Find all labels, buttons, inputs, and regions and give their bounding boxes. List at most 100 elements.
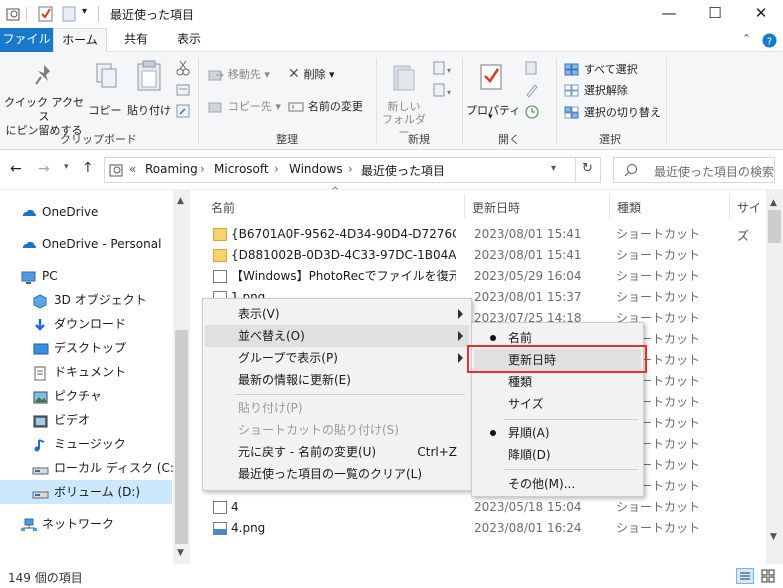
context-menu-item-8[interactable]: 最近使った項目の一覧のクリア(L) [205,463,469,485]
details-view-icon[interactable] [736,568,754,584]
cell-date: 2023/08/01 15:37 [474,290,582,304]
breadcrumb-recent[interactable]: 最近使った項目 [361,162,445,179]
checkmark-icon[interactable] [38,5,54,22]
context-menu-item-2[interactable]: 並べ替え(O) [205,325,469,347]
menu-item-label: その他(M)... [508,477,576,491]
context-menu-item-5[interactable]: 貼り付け(P) [205,397,469,419]
column-type[interactable]: 種類 [617,194,641,222]
video-icon [33,415,48,427]
sidebar-item-2[interactable]: OneDrive - Personal [0,232,172,256]
table-row[interactable]: 【Windows】PhotoRecでファイルを復元する... 2023/05/29… [191,266,766,287]
sidebar-item-13[interactable]: ネットワーク [0,512,172,536]
sidebar-item-4[interactable]: 3D オブジェクト [0,288,172,312]
breadcrumb-roaming[interactable]: Roaming [145,162,198,176]
pin-quick-access-button[interactable]: クイック アクセス にピン留めする [4,58,84,137]
maximize-button[interactable]: ☐ [692,0,738,28]
menu-item-label: 降順(D) [508,448,551,462]
table-row[interactable]: 4.png 2023/08/01 16:24 ショートカット [191,518,766,539]
large-icons-view-icon[interactable] [760,568,776,584]
address-dropdown-icon[interactable]: ▾ [551,163,556,174]
minimize-button[interactable]: — [646,0,692,28]
delete-label: 削除 [303,68,326,81]
rename-button[interactable]: 名前の変更 [288,98,363,114]
document-icon [34,366,46,380]
file-list-scrollbar[interactable]: ▲ ▼ [766,190,783,564]
back-icon[interactable]: ← [10,161,22,177]
new-folder-button[interactable]: 新しい フォルダー [380,58,428,139]
delete-button[interactable]: ✕ 削除 ▾ [288,66,335,82]
sidebar-item-10[interactable]: ミュージック [0,432,172,456]
sidebar-item-7[interactable]: ドキュメント [0,360,172,384]
sidebar-item-12[interactable]: ボリューム (D:) [0,480,172,504]
sidebar-item-9[interactable]: ビデオ [0,408,172,432]
context-menu: 表示(V) 並べ替え(O) グループで表示(P) 最新の情報に更新(E) 貼り付け(P)… [202,298,472,491]
cell-name: 4.png [231,521,266,535]
sidebar-item-5[interactable]: ダウンロード [0,312,172,336]
menu-item-label: グループで表示(P) [238,351,338,365]
properties-button[interactable]: プロパティ ▾ [466,58,520,128]
column-name[interactable]: 名前 [211,194,235,222]
context-menu-item-4[interactable]: 最新の情報に更新(E) [205,369,469,391]
sort-option-6[interactable]: 降順(D) [474,444,641,466]
cell-type: ショートカット [616,521,701,535]
up-icon[interactable]: ↑ [82,160,94,176]
tab-view[interactable]: 表示 [167,28,211,52]
close-button[interactable]: ✕ [738,0,783,28]
sort-option-3[interactable]: 種類 [474,371,641,393]
sidebar-item-3[interactable]: PC [0,264,172,288]
quick-access-dropdown-icon[interactable]: ▾ [82,6,87,17]
paste-shortcut-icon[interactable] [176,104,190,118]
table-row[interactable]: 4 2023/05/18 15:04 ショートカット [191,497,766,518]
copy-path-icon[interactable] [176,83,190,97]
properties-icon[interactable] [6,6,22,22]
context-menu-item-3[interactable]: グループで表示(P) [205,347,469,369]
menu-item-label: 種類 [508,375,533,389]
sidebar-item-1[interactable]: OneDrive [0,200,172,224]
context-menu-item-7[interactable]: 元に戻す - 名前の変更(U) Ctrl+Z [205,441,469,463]
context-menu-item-1[interactable]: 表示(V) [205,303,469,325]
table-row[interactable]: {B6701A0F-9562-4D34-90D4-D7276C1553... 20… [191,224,766,245]
sort-option-7[interactable]: その他(M)... [474,473,641,495]
new-item-icon[interactable]: ▾ [432,60,452,76]
copy-to-button[interactable]: コピー先 ▾ [208,98,281,114]
svg-text:▾: ▾ [447,88,451,97]
new-file-icon[interactable] [62,6,76,22]
sidebar-item-6[interactable]: デスクトップ [0,336,172,360]
select-none-button[interactable]: 選択解除 [564,82,628,98]
history-icon[interactable] [524,104,540,120]
context-menu-item-6[interactable]: ショートカットの貼り付け(S) [205,419,469,441]
forward-icon[interactable]: → [38,161,50,177]
sidebar-item-8[interactable]: ピクチャ [0,384,172,408]
rename-icon [288,102,304,111]
easy-access-icon[interactable]: ▾ [432,82,452,98]
ribbon-collapse-icon[interactable]: ⌃ [742,32,751,45]
select-all-button[interactable]: すべて選択 [564,61,638,77]
recent-locations-icon[interactable]: ▾ [64,162,69,172]
table-row[interactable]: {D881002B-0D3D-4C33-97DC-1B04A7A72... 202… [191,245,766,266]
invert-selection-button[interactable]: 選択の切り替え [564,104,661,120]
open-icon[interactable] [524,60,540,76]
search-box[interactable]: 最近使った項目の検索 [613,157,775,183]
cut-icon[interactable] [176,60,190,76]
address-bar[interactable]: « Roaming › Microsoft › Windows › 最近使った項… [104,157,601,183]
title-bar: ▾ 最近使った項目 — ☐ ✕ [0,0,783,28]
edit-icon[interactable] [524,82,540,98]
sidebar-item-label: OneDrive [42,205,99,219]
breadcrumb-windows[interactable]: Windows [289,162,343,176]
move-to-button[interactable]: 移動先 ▾ [208,66,270,82]
refresh-icon[interactable]: ↻ [582,161,593,176]
help-icon[interactable]: ? [762,33,777,48]
column-date[interactable]: 更新日時 [472,194,520,222]
tab-file[interactable]: ファイル [0,28,53,52]
tab-home[interactable]: ホーム [53,28,107,52]
sort-option-5[interactable]: 昇順(A) [474,422,641,444]
paste-button[interactable]: 貼り付け [126,58,172,118]
sidebar-item-11[interactable]: ローカル ディスク (C:) [0,456,179,480]
breadcrumb-microsoft[interactable]: Microsoft [214,162,269,176]
tab-share[interactable]: 共有 [114,28,158,52]
nav-scrollbar[interactable]: ▲ ▼ [173,190,190,564]
column-size[interactable]: サイズ [737,194,766,243]
copy-button[interactable]: コピー [88,58,122,118]
sort-option-4[interactable]: サイズ [474,393,641,415]
cell-date: 2023/05/29 16:04 [474,269,582,283]
